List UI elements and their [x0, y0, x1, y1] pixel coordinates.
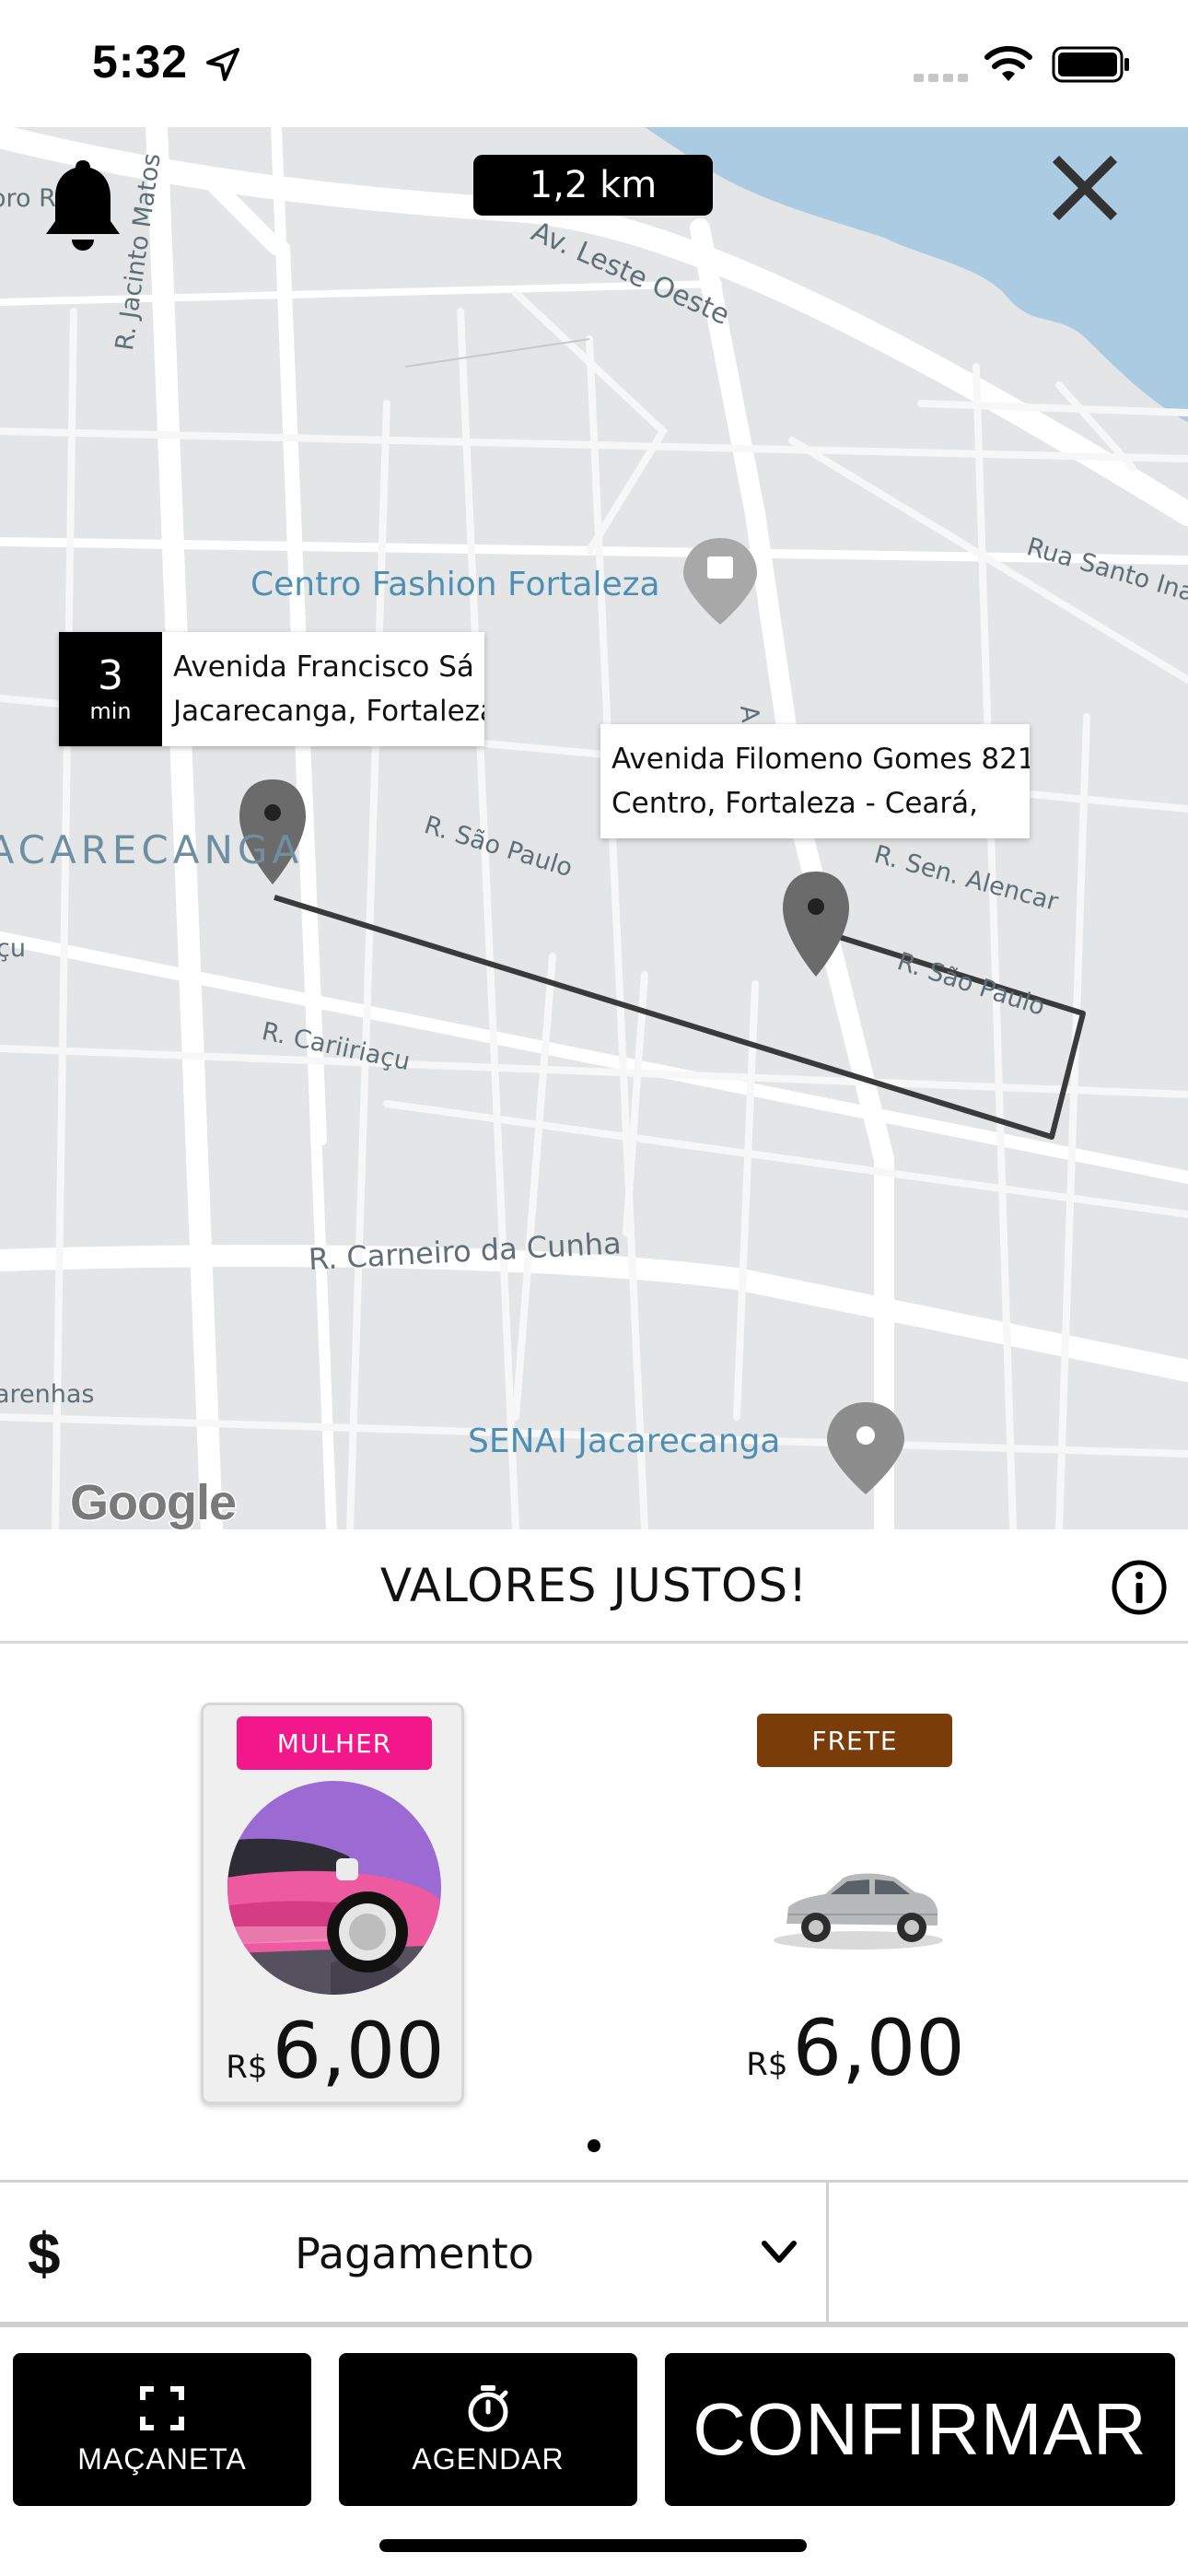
destination-address-line1: Avenida Filomeno Gomes 821,	[611, 743, 1030, 776]
poi-label-fashion[interactable]: Centro Fashion Fortaleza	[250, 566, 660, 603]
origin-address-line2: Jacarecanga, Fortaleza -	[173, 695, 484, 728]
destination-callout[interactable]: Avenida Filomeno Gomes 821, Centro, Fort…	[600, 724, 1030, 838]
agendar-button[interactable]: AGENDAR	[339, 2353, 637, 2506]
option-price-value: 6,00	[792, 2003, 965, 2093]
map-view[interactable]: oro R R. Jacinto Matos Av. Leste Oeste R…	[0, 127, 1188, 1529]
stopwatch-icon	[468, 2384, 508, 2431]
eta-unit: min	[89, 698, 132, 724]
neighborhood-label: JACARECANGA	[0, 827, 304, 872]
google-attribution: Google	[69, 1474, 239, 1530]
option-badge: MULHER	[237, 1716, 432, 1770]
street-label-cu: çu	[0, 934, 26, 963]
payment-row: $ Pagamento	[0, 2180, 1188, 2327]
ride-option-frete[interactable]: FRETE R$ 6,00	[724, 1703, 987, 2104]
home-indicator	[379, 2539, 807, 2552]
wifi-icon	[984, 46, 1032, 81]
status-time: 5:32	[92, 36, 189, 88]
option-currency: R$	[226, 2049, 268, 2086]
close-icon[interactable]	[1050, 153, 1120, 223]
payment-label: Pagamento	[295, 2229, 534, 2278]
origin-address: Avenida Francisco Sá 2260, Jacarecanga, …	[162, 632, 484, 746]
confirm-button[interactable]: CONFIRMAR	[665, 2353, 1175, 2506]
option-price-value: 6,00	[272, 2006, 445, 2096]
chevron-down-icon	[762, 2241, 797, 2263]
cellular-signal-icon	[914, 74, 968, 82]
eta-value: 3	[98, 652, 123, 699]
ride-option-mulher[interactable]: MULHER R$ 6,00	[201, 1703, 464, 2104]
pink-car-icon	[227, 1781, 441, 1995]
origin-callout[interactable]: 3 min Avenida Francisco Sá 2260, Jacarec…	[59, 632, 484, 746]
app-root: 5:32 ro R R. Jacinto Matos Av. Leste Oes…	[0, 0, 1188, 2576]
agendar-label: AGENDAR	[412, 2441, 565, 2476]
poi-label-senai[interactable]: SENAI Jacarecanga	[468, 1423, 781, 1460]
street-label-filomeno: A	[734, 704, 764, 724]
ride-options: MULHER R$ 6,00 FRETE R$ 6,00	[0, 1644, 1188, 2180]
distance-pill: 1,2 km	[473, 155, 713, 216]
macaneta-label: MAÇANETA	[77, 2441, 247, 2476]
info-icon[interactable]	[1111, 1559, 1168, 1616]
fare-title: VALORES JUSTOS!	[379, 1558, 809, 1612]
option-price: R$ 6,00	[204, 2006, 467, 2096]
silver-car-icon	[774, 1873, 943, 1950]
option-price: R$ 6,00	[724, 2003, 987, 2093]
payment-selector[interactable]: $ Pagamento	[0, 2183, 829, 2324]
destination-address-line2: Centro, Fortaleza - Ceará,	[611, 787, 979, 820]
macaneta-button[interactable]: MAÇANETA	[13, 2353, 311, 2506]
confirm-label: CONFIRMAR	[693, 2388, 1147, 2470]
eta-box: 3 min	[59, 632, 162, 746]
expand-icon	[140, 2385, 184, 2430]
pager-dot	[588, 2139, 600, 2152]
fare-header: VALORES JUSTOS!	[0, 1529, 1188, 1644]
status-bar: 5:32	[0, 0, 1188, 127]
option-badge: FRETE	[757, 1714, 952, 1767]
location-arrow-icon	[206, 48, 239, 81]
street-label-arenhas: arenhas	[0, 1380, 95, 1409]
option-currency: R$	[746, 2046, 788, 2083]
battery-icon	[1052, 46, 1129, 83]
origin-address-line1: Avenida Francisco Sá 2260,	[173, 650, 484, 684]
bell-icon[interactable]	[41, 155, 125, 258]
